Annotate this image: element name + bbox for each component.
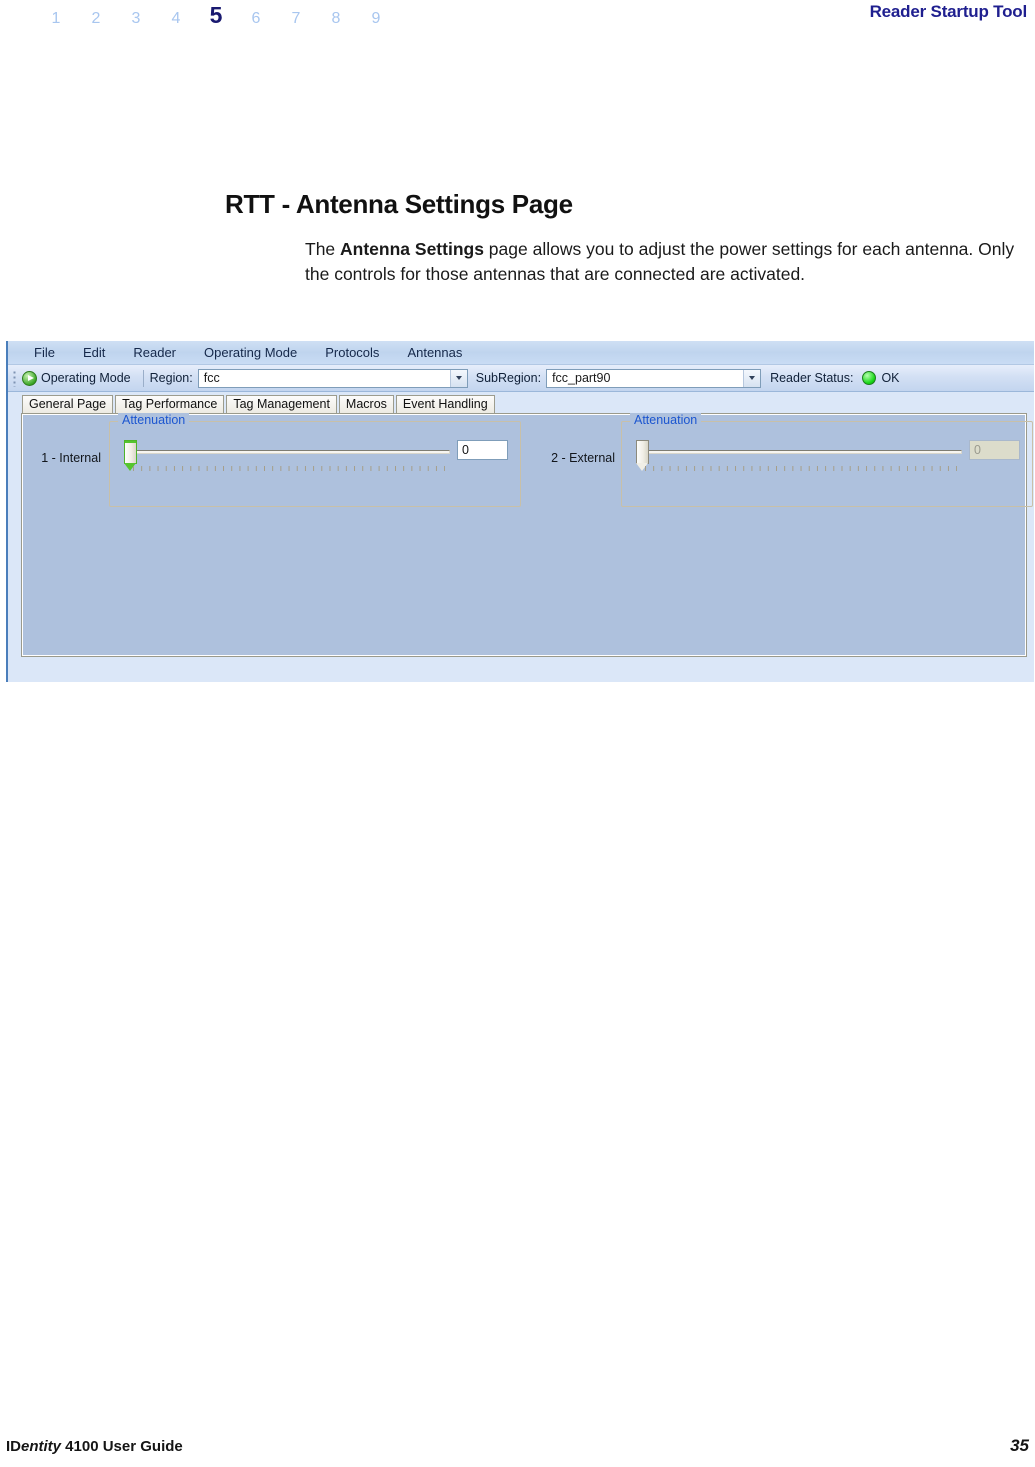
tab-general-page[interactable]: General Page [22, 395, 114, 414]
tab-tag-performance[interactable]: Tag Performance [115, 395, 225, 414]
region-combobox[interactable]: fcc [197, 368, 468, 388]
toolbar-separator-1 [142, 369, 144, 387]
antenna-1-slider[interactable] [122, 436, 452, 482]
chevron-down-icon[interactable] [743, 369, 761, 387]
operating-mode-button[interactable]: Operating Mode [20, 370, 137, 387]
antenna-2-group-legend: Attenuation [630, 413, 702, 427]
region-selected-value: fcc [203, 371, 220, 385]
antenna-1-block: 1 - Internal Attenuation 0 [23, 413, 521, 507]
antenna-1-label: 1 - Internal [41, 451, 101, 465]
antenna-2-value-input: 0 [969, 440, 1020, 460]
status-indicator-icon [862, 371, 877, 385]
step-number-1: 1 [51, 10, 61, 27]
step-number-2: 2 [91, 10, 101, 27]
antenna-2-slider-thumb [636, 440, 649, 471]
running-head-title: Reader Startup Tool [869, 2, 1028, 21]
menu-item-file[interactable]: File [20, 345, 69, 360]
paragraph-lead: The [305, 239, 341, 259]
antenna-1-slider-thumb[interactable] [124, 440, 137, 471]
tab-bar: General Page Tag Performance Tag Managem… [8, 392, 1034, 414]
menu-item-operating-mode[interactable]: Operating Mode [190, 345, 311, 360]
menu-bar: File Edit Reader Operating Mode Protocol… [8, 341, 1034, 365]
antenna-1-attenuation-group: Attenuation 0 [109, 413, 521, 507]
antenna-2-attenuation-group: Attenuation 0 [621, 413, 1033, 507]
footer-suffix: 4100 User Guide [61, 1438, 183, 1455]
step-number-9: 9 [371, 10, 381, 27]
menu-item-protocols[interactable]: Protocols [311, 345, 393, 360]
step-number-3: 3 [131, 10, 141, 27]
antenna-2-block: 2 - External Attenuation 0 [521, 413, 1033, 507]
step-number-4: 4 [171, 10, 181, 27]
menu-item-reader[interactable]: Reader [119, 345, 190, 360]
subregion-selected-value: fcc_part90 [552, 371, 611, 385]
chevron-down-icon[interactable] [449, 369, 467, 387]
reader-startup-tool-window: File Edit Reader Operating Mode Protocol… [6, 341, 1034, 682]
subregion-label: SubRegion: [475, 371, 542, 385]
antenna-controls-row: 1 - Internal Attenuation 0 2 - External … [23, 413, 1033, 507]
step-number-strip: 1 2 3 4 5 6 7 8 9 [36, 0, 396, 34]
antenna-2-slider [634, 436, 964, 482]
menu-item-edit[interactable]: Edit [69, 345, 119, 360]
antenna-1-slider-track[interactable] [132, 450, 450, 454]
page-title: RTT - Antenna Settings Page [225, 189, 573, 219]
tool-bar: Operating Mode Region: fcc SubRegion: fc… [8, 365, 1034, 392]
reader-status-value: OK [881, 371, 900, 385]
region-label: Region: [149, 371, 193, 385]
step-number-7: 7 [291, 10, 301, 27]
footer-prefix: ID [6, 1438, 21, 1455]
antenna-settings-panel: 1 - Internal Attenuation 0 2 - External … [21, 413, 1033, 657]
tab-event-handling[interactable]: Event Handling [395, 395, 495, 414]
footer-italic: entity [21, 1438, 62, 1455]
antenna-1-value-input[interactable]: 0 [457, 440, 508, 460]
play-circle-icon [22, 370, 37, 386]
antenna-2-slider-track [644, 450, 962, 454]
tab-macros[interactable]: Macros [338, 395, 394, 414]
step-number-8: 8 [331, 10, 341, 27]
antenna-2-label: 2 - External [551, 451, 615, 465]
reader-status-label: Reader Status: [770, 371, 854, 385]
step-number-6: 6 [251, 10, 261, 27]
operating-mode-button-label: Operating Mode [41, 371, 131, 385]
paragraph-bold-term: Antenna Settings [340, 239, 484, 259]
antenna-1-slider-ticks [133, 466, 445, 471]
footer-guide-title: IDentity 4100 User Guide [6, 1438, 183, 1455]
intro-paragraph: The Antenna Settings page allows you to … [305, 237, 1027, 287]
tab-tag-management[interactable]: Tag Management [226, 395, 337, 414]
antenna-1-group-legend: Attenuation [118, 413, 190, 427]
step-number-5-current: 5 [209, 2, 223, 28]
page-number: 35 [1010, 1436, 1029, 1455]
running-head: 1 2 3 4 5 6 7 8 9 Reader Startup Tool [0, 0, 1035, 34]
antenna-2-slider-ticks [645, 466, 957, 471]
toolbar-drag-handle[interactable] [12, 369, 18, 387]
menu-item-antennas[interactable]: Antennas [393, 345, 476, 360]
subregion-combobox[interactable]: fcc_part90 [546, 368, 762, 388]
